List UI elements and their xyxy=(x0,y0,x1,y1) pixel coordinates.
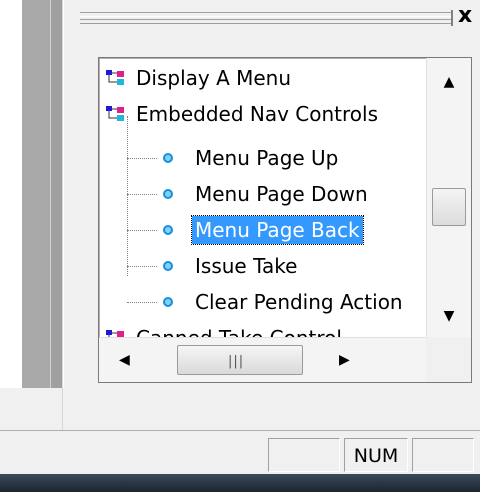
status-bar: NUM xyxy=(0,430,480,475)
tree-item-clear-pending-action[interactable]: Clear Pending Action xyxy=(157,284,406,320)
tree-view[interactable]: Display A Menu Embedded Nav Controls Men… xyxy=(98,57,472,383)
tree-item-label: Menu Page Up xyxy=(195,146,339,170)
tree-item-label: Embedded Nav Controls xyxy=(136,102,378,126)
tree-item-label: Menu Page Back xyxy=(191,215,364,245)
scroll-down-arrow-icon[interactable]: ▼ xyxy=(427,308,471,324)
tree-item-menu-page-up[interactable]: Menu Page Up xyxy=(157,140,341,176)
scroll-right-arrow-icon[interactable]: ▶ xyxy=(339,352,350,368)
pane-divider[interactable] xyxy=(62,0,63,430)
tree-connector xyxy=(127,116,128,276)
vertical-scrollbar[interactable]: ▲ ▼ xyxy=(426,58,471,337)
tree-connector xyxy=(127,158,157,159)
tree-item-label: Issue Take xyxy=(195,254,298,278)
node-folder-icon xyxy=(106,70,124,85)
gripper-end xyxy=(451,10,453,26)
tree-connector xyxy=(127,302,157,303)
tree-connector xyxy=(127,230,157,231)
tree-item-label: Clear Pending Action xyxy=(195,290,403,314)
tree-item-label: Menu Page Down xyxy=(195,182,368,206)
close-icon[interactable]: x xyxy=(458,5,472,27)
tree-connector xyxy=(127,266,157,267)
status-pane xyxy=(268,438,340,472)
grip-icon: ||| xyxy=(228,354,245,369)
taskbar xyxy=(0,474,480,492)
status-pane xyxy=(412,438,474,472)
horizontal-scroll-thumb[interactable]: ||| xyxy=(177,345,303,375)
status-pane-num: NUM xyxy=(344,438,408,472)
node-folder-icon xyxy=(106,106,124,121)
vertical-scroll-thumb[interactable] xyxy=(432,188,466,226)
bullet-icon xyxy=(163,153,173,163)
bullet-icon xyxy=(163,189,173,199)
scroll-up-arrow-icon[interactable]: ▲ xyxy=(427,74,471,90)
bullet-icon xyxy=(163,297,173,307)
num-lock-indicator: NUM xyxy=(353,445,399,467)
tree-item-issue-take[interactable]: Issue Take xyxy=(157,248,300,284)
tree-connector xyxy=(127,194,157,195)
toolbar-gripper[interactable] xyxy=(80,12,452,24)
tree-item-display-a-menu[interactable]: Display A Menu xyxy=(105,60,294,96)
scrollbar-corner xyxy=(426,337,471,382)
bullet-icon xyxy=(163,225,173,235)
tree-item-label: Display A Menu xyxy=(136,66,292,90)
tree-item-menu-page-down[interactable]: Menu Page Down xyxy=(157,176,371,212)
tree-item-menu-page-back[interactable]: Menu Page Back xyxy=(157,212,364,248)
tree-item-embedded-nav-controls[interactable]: Embedded Nav Controls xyxy=(105,96,381,132)
scroll-left-arrow-icon[interactable]: ◀ xyxy=(119,352,130,368)
left-edge xyxy=(0,0,22,388)
bullet-icon xyxy=(163,261,173,271)
horizontal-scrollbar[interactable]: ◀ ||| ▶ xyxy=(99,337,426,382)
